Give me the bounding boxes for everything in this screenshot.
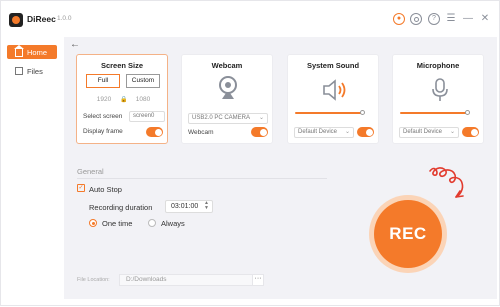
webcam-icon xyxy=(219,76,237,99)
browse-button[interactable]: ··· xyxy=(252,274,264,286)
sidebar-item-label: Files xyxy=(27,66,43,76)
files-icon xyxy=(15,67,23,75)
webcam-toggle-label: Webcam xyxy=(188,129,214,136)
screen-select-value: screen0 xyxy=(133,113,155,119)
screen-size-card[interactable]: Screen Size Full Custom 1920 🔒 1080 Sele… xyxy=(76,54,168,144)
title-bar: DiReec 1.0.0 ● ? ☰ — ✕ xyxy=(1,1,500,37)
sidebar-item-files[interactable]: Files xyxy=(7,64,57,78)
main-panel: ← Screen Size Full Custom 1920 🔒 1080 Se… xyxy=(64,37,497,299)
one-time-label: One time xyxy=(102,219,133,228)
height-value[interactable]: 1080 xyxy=(129,96,157,103)
custom-screen-button[interactable]: Custom xyxy=(126,74,160,88)
microphone-toggle[interactable] xyxy=(462,127,479,137)
app-name: DiReec xyxy=(27,14,56,24)
chevron-down-icon: ⌄ xyxy=(258,115,264,121)
app-window: DiReec 1.0.0 ● ? ☰ — ✕ Home Files ← Scre… xyxy=(0,0,500,306)
microphone-volume-slider[interactable] xyxy=(400,110,471,115)
sidebar: Home Files xyxy=(1,37,63,307)
duration-value: 03:01:00 xyxy=(171,203,199,210)
system-sound-volume-slider[interactable] xyxy=(295,110,366,115)
card-title: Webcam xyxy=(211,61,243,70)
card-title: Microphone xyxy=(416,61,460,70)
help-icon[interactable]: ? xyxy=(428,13,440,25)
general-section-title: General xyxy=(77,167,104,176)
slider-handle[interactable] xyxy=(465,110,471,115)
always-label: Always xyxy=(161,219,185,228)
microphone-icon xyxy=(432,78,448,101)
rec-button-halo: REC xyxy=(369,195,447,273)
app-version: 1.0.0 xyxy=(57,15,72,22)
recording-duration-input[interactable]: 03:01:00 ▲ ▼ xyxy=(165,200,213,213)
back-arrow-icon[interactable]: ← xyxy=(70,39,80,50)
display-frame-label: Display frame xyxy=(83,128,123,135)
app-logo-icon xyxy=(9,13,23,27)
sidebar-item-home[interactable]: Home xyxy=(7,45,57,59)
width-value[interactable]: 1920 xyxy=(90,96,118,103)
settings-icon[interactable] xyxy=(410,13,422,25)
lock-icon[interactable]: 🔒 xyxy=(120,96,127,103)
card-title: System Sound xyxy=(306,61,360,70)
system-sound-device-value: Default Device xyxy=(298,129,338,135)
divider xyxy=(77,178,327,179)
menu-icon[interactable]: ☰ xyxy=(445,13,457,25)
home-icon xyxy=(14,45,24,57)
select-screen-label: Select screen xyxy=(83,113,123,120)
always-radio[interactable] xyxy=(148,219,156,227)
one-time-radio[interactable] xyxy=(89,219,97,227)
microphone-card[interactable]: Microphone Default Device ⌄ xyxy=(392,54,484,144)
file-location-label: File Location: xyxy=(77,277,110,283)
microphone-device-value: Default Device xyxy=(403,129,443,135)
recording-duration-label: Recording duration xyxy=(89,203,153,212)
chevron-down-icon: ⌄ xyxy=(344,129,350,135)
card-title: Screen Size xyxy=(100,61,144,70)
slider-handle[interactable] xyxy=(360,110,366,115)
screen-select[interactable]: screen0 xyxy=(129,111,165,122)
scribble-arrow-icon xyxy=(429,167,464,198)
user-icon[interactable]: ● xyxy=(393,13,405,25)
close-icon[interactable]: ✕ xyxy=(479,13,491,25)
microphone-device-select[interactable]: Default Device ⌄ xyxy=(399,127,459,138)
webcam-device-select[interactable]: USB2.0 PC CAMERA ⌄ xyxy=(188,113,268,124)
sidebar-item-label: Home xyxy=(27,47,48,57)
file-location-input[interactable]: D:/Downloads xyxy=(119,274,255,286)
rec-button[interactable]: REC xyxy=(374,200,442,268)
webcam-toggle[interactable] xyxy=(251,127,268,137)
full-screen-button[interactable]: Full xyxy=(86,74,120,88)
auto-stop-label: Auto Stop xyxy=(89,185,122,194)
auto-stop-checkbox[interactable]: ✓ xyxy=(77,184,85,192)
system-sound-card[interactable]: System Sound Default Device ⌄ xyxy=(287,54,379,144)
speaker-icon xyxy=(323,79,346,101)
minimize-icon[interactable]: — xyxy=(462,13,474,25)
webcam-card[interactable]: Webcam USB2.0 PC CAMERA ⌄ Webcam xyxy=(181,54,273,144)
display-frame-toggle[interactable] xyxy=(146,127,163,137)
webcam-device-value: USB2.0 PC CAMERA xyxy=(192,115,251,121)
chevron-down-icon: ⌄ xyxy=(449,129,455,135)
system-sound-toggle[interactable] xyxy=(357,127,374,137)
duration-spinner[interactable]: ▲ ▼ xyxy=(204,201,209,211)
system-sound-device-select[interactable]: Default Device ⌄ xyxy=(294,127,354,138)
